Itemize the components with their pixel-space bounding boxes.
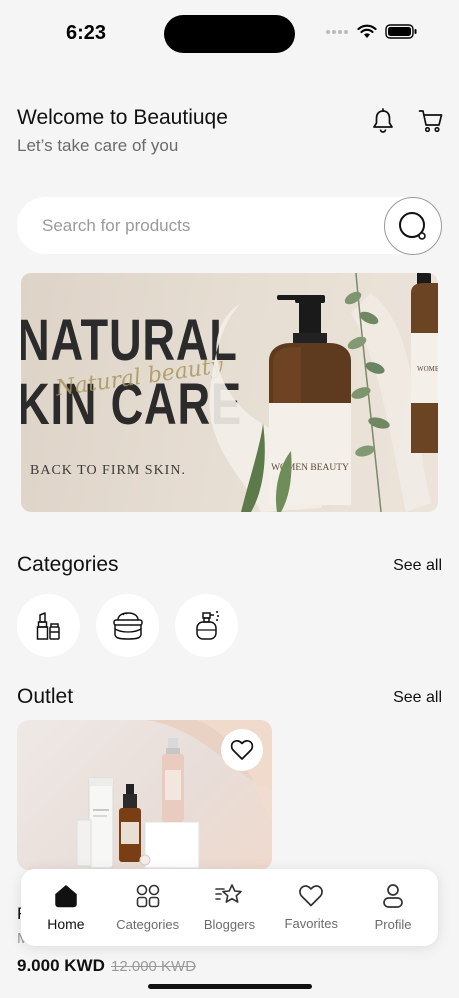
cart-icon: [418, 110, 443, 133]
nav-categories[interactable]: Categories: [110, 883, 186, 932]
nav-categories-label: Categories: [116, 917, 180, 932]
promo-banner[interactable]: NATURAL KIN CARE Natural beauty BACK TO …: [21, 273, 438, 512]
categories-title: Categories: [17, 553, 119, 576]
banner-subtitle: BACK TO FIRM SKIN.: [30, 463, 186, 478]
battery-icon: [385, 24, 417, 39]
grid-icon: [136, 884, 159, 908]
bottle-label-2: WOME: [417, 365, 438, 373]
home-icon: [55, 884, 77, 907]
home-indicator: [148, 984, 312, 989]
favorite-button[interactable]: [221, 729, 263, 771]
bottom-nav: Home Categories Bloggers Favorites Profi…: [21, 869, 438, 946]
category-skincare[interactable]: [96, 594, 159, 657]
heart-icon: [299, 885, 324, 907]
status-icons: [325, 24, 417, 39]
product-image: [17, 720, 272, 870]
category-makeup[interactable]: [17, 594, 80, 657]
bell-icon: [373, 108, 393, 133]
header: Welcome to Beautiuqe Let’s take care of …: [17, 106, 447, 156]
perfume-icon: [195, 610, 219, 640]
categories-see-all-link[interactable]: See all: [393, 557, 442, 575]
wifi-icon: [357, 24, 377, 38]
cellular-signal-icon: [326, 29, 348, 34]
categories-row: [17, 594, 238, 657]
nav-profile[interactable]: Profile: [355, 883, 431, 932]
dynamic-island: [164, 15, 295, 53]
search-bar: [17, 197, 442, 255]
product-old-price: 12.000 KWD: [111, 958, 197, 975]
lipstick-icon: [36, 611, 60, 640]
nav-home-label: Home: [47, 915, 85, 932]
search-input[interactable]: [42, 197, 372, 254]
outlet-see-all-link[interactable]: See all: [393, 689, 442, 707]
outlet-title: Outlet: [17, 685, 74, 708]
nav-bloggers-label: Bloggers: [203, 917, 256, 932]
profile-icon: [383, 884, 403, 908]
nav-favorites[interactable]: Favorites: [273, 884, 349, 931]
search-icon: [399, 212, 426, 240]
star-icon: [215, 884, 243, 903]
cream-jar-icon: [112, 611, 143, 640]
nav-bloggers[interactable]: Bloggers: [191, 883, 267, 932]
status-bar: 6:23: [0, 0, 459, 70]
category-fragrance[interactable]: [175, 594, 238, 657]
product-price: 9.000 KWD: [17, 956, 105, 975]
banner-product-image: WOMEN BEAUTY WOME: [209, 273, 438, 512]
nav-profile-label: Profile: [374, 917, 412, 932]
header-actions: [370, 108, 444, 134]
search-button[interactable]: [384, 197, 442, 255]
status-time: 6:23: [66, 22, 107, 44]
notifications-button[interactable]: [370, 108, 396, 134]
nav-home[interactable]: Home: [28, 884, 104, 932]
welcome-subtitle: Let’s take care of you: [17, 136, 179, 155]
nav-favorites-label: Favorites: [284, 916, 339, 931]
heart-icon: [230, 739, 254, 760]
cart-button[interactable]: [418, 108, 444, 134]
